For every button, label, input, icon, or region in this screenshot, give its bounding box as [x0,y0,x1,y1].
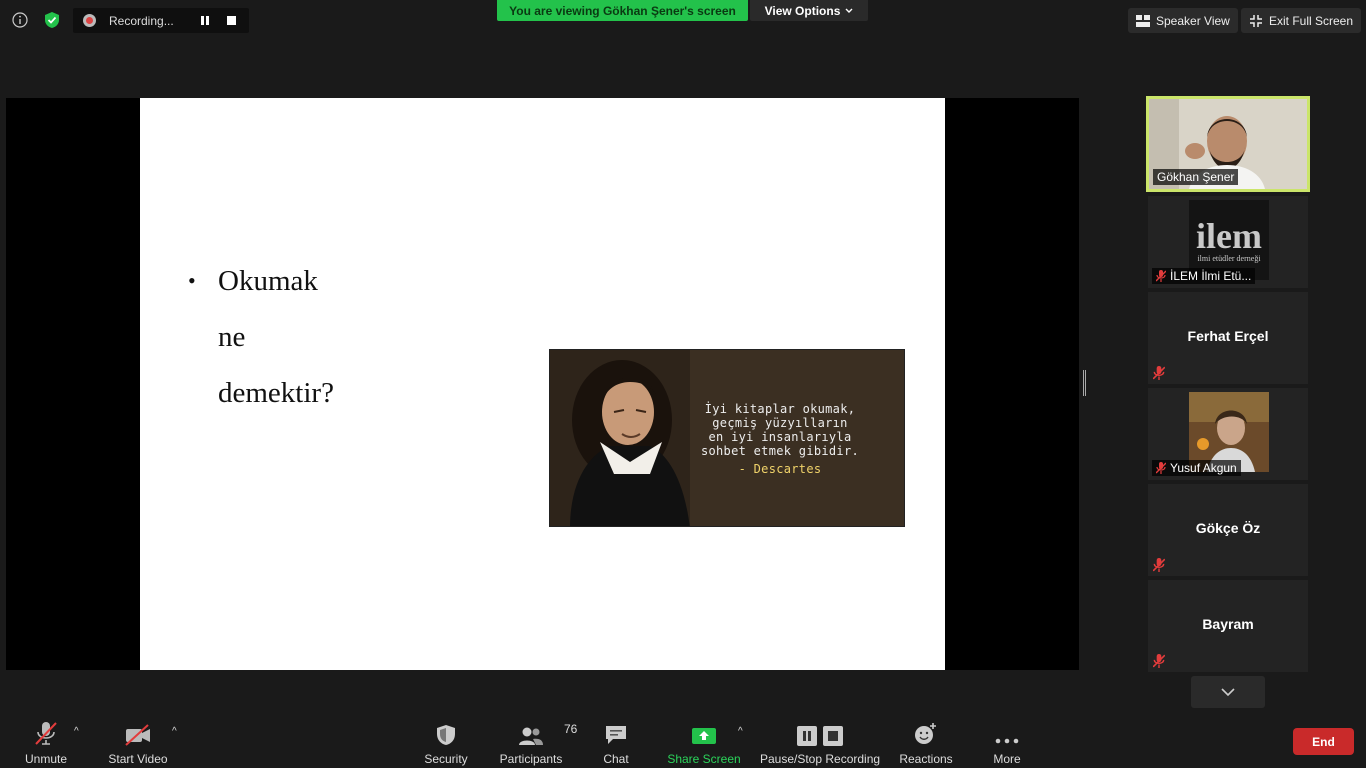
chat-bubble-icon [606,726,626,744]
panel-resize-handle[interactable] [1083,370,1086,396]
muted-mic-icon [1156,270,1166,282]
participants-label: Participants [499,752,563,766]
shared-screen[interactable]: • Okumak ne demektir? İyi kitaplar okumak… [6,98,1079,670]
descartes-portrait-icon [550,350,690,526]
start-video-label: Start Video [108,752,168,766]
participant-tile[interactable]: ilem ilmi etüdler derneği İLEM İlmi Etü.… [1148,196,1308,288]
speaker-view-label: Speaker View [1156,13,1230,28]
participant-tile[interactable]: Yusuf Akgun [1148,388,1308,480]
participant-name-label: Yusuf Akgun [1152,460,1241,476]
security-button[interactable]: Security [420,720,472,766]
quote-line: İyi kitaplar okumak, [704,402,856,416]
exit-full-screen-icon [1250,14,1262,27]
chat-label: Chat [603,752,629,766]
chat-button[interactable]: Chat [600,720,632,766]
exit-full-screen-button[interactable]: Exit Full Screen [1241,8,1362,33]
recording-dot-icon [83,14,96,27]
participant-name: Bayram [1202,616,1254,632]
gallery-scroll-down-button[interactable] [1191,676,1265,708]
stop-icon [823,726,843,746]
ilem-logo-subtext: ilmi etüdler derneği [1197,253,1261,263]
participant-tile[interactable]: Bayram [1148,580,1308,672]
slide-text-line: ne [218,320,246,353]
chevron-down-icon [1221,687,1235,696]
participant-tile[interactable]: Gökçe Öz [1148,484,1308,576]
descartes-quote-image: İyi kitaplar okumak, geçmiş yüzyılların … [549,349,905,527]
participants-button[interactable]: 76 Participants [499,720,578,766]
more-dots-icon [995,738,1019,744]
participants-count: 76 [564,722,578,736]
security-shield-toolbar-icon [437,725,455,745]
pause-icon [797,726,817,746]
ilem-logo-text: ilem [1196,215,1262,256]
meeting-info-icon[interactable] [8,8,32,32]
quote-author: - Descartes [738,462,822,476]
viewing-screen-banner: You are viewing Gökhan Şener's screen [497,0,748,21]
muted-mic-icon [1153,558,1165,572]
participant-name: Gökçe Öz [1195,520,1261,536]
muted-microphone-icon [35,722,57,745]
reactions-button[interactable]: Reactions [898,720,954,766]
end-meeting-button[interactable]: End [1293,728,1354,755]
reactions-label: Reactions [899,752,953,766]
security-shield-icon[interactable] [40,8,64,32]
participant-name: Gökhan Şener [1157,170,1235,184]
recording-indicator: Recording... [73,8,249,33]
security-label: Security [424,752,468,766]
start-video-button[interactable]: Start Video [106,720,170,766]
muted-mic-icon [1156,462,1166,474]
participant-tile-active[interactable]: Gökhan Şener [1146,96,1310,192]
participant-name: İLEM İlmi Etü... [1170,269,1252,283]
participant-name-label: İLEM İlmi Etü... [1152,268,1256,284]
slide-text-line: Okumak [218,264,318,297]
participant-name-label: Gökhan Şener [1153,169,1239,185]
participant-name: Yusuf Akgun [1170,461,1237,475]
reactions-emoji-icon [915,723,936,744]
quote-line: geçmiş yüzyılların [712,416,848,430]
quote-line: en iyi insanlarıyla [708,430,852,444]
bullet-dot-icon: • [188,268,196,293]
share-options-caret-icon[interactable]: ^ [738,726,743,737]
slide-text-line: demektir? [218,376,334,409]
audio-options-caret-icon[interactable]: ^ [74,726,79,737]
speaker-view-button[interactable]: Speaker View [1128,8,1238,33]
presentation-slide: • Okumak ne demektir? İyi kitaplar okumak… [140,98,945,670]
stop-recording-icon[interactable] [223,16,239,25]
chevron-down-icon [845,8,853,13]
unmute-label: Unmute [24,752,68,766]
pause-stop-recording-label: Pause/Stop Recording [759,752,881,766]
participant-tile[interactable]: Ferhat Erçel [1148,292,1308,384]
video-off-icon [125,724,150,746]
more-label: More [993,752,1021,766]
participants-icon [519,727,543,745]
share-screen-arrow-icon [692,728,716,744]
pause-recording-icon[interactable] [197,16,213,25]
grid-view-icon [1136,14,1150,27]
view-options-button[interactable]: View Options [750,0,868,21]
share-screen-label: Share Screen [667,752,741,766]
unmute-button[interactable]: Unmute [22,720,70,766]
more-button[interactable]: More [990,720,1024,766]
pause-stop-recording-button[interactable]: Pause/Stop Recording [760,720,880,766]
meeting-info-area [8,8,64,32]
exit-full-screen-label: Exit Full Screen [1269,13,1354,28]
recording-label: Recording... [109,13,174,28]
view-options-label: View Options [764,3,841,18]
share-screen-button[interactable]: Share Screen [667,720,741,766]
quote-text: İyi kitaplar okumak, geçmiş yüzyılların … [690,402,870,476]
participant-name: Ferhat Erçel [1187,328,1269,344]
quote-line: sohbet etmek gibidir. [700,444,860,458]
video-options-caret-icon[interactable]: ^ [172,726,177,737]
muted-mic-icon [1153,366,1165,380]
slide-bullet-text: • Okumak ne demektir? [188,253,334,421]
muted-mic-icon [1153,654,1165,668]
